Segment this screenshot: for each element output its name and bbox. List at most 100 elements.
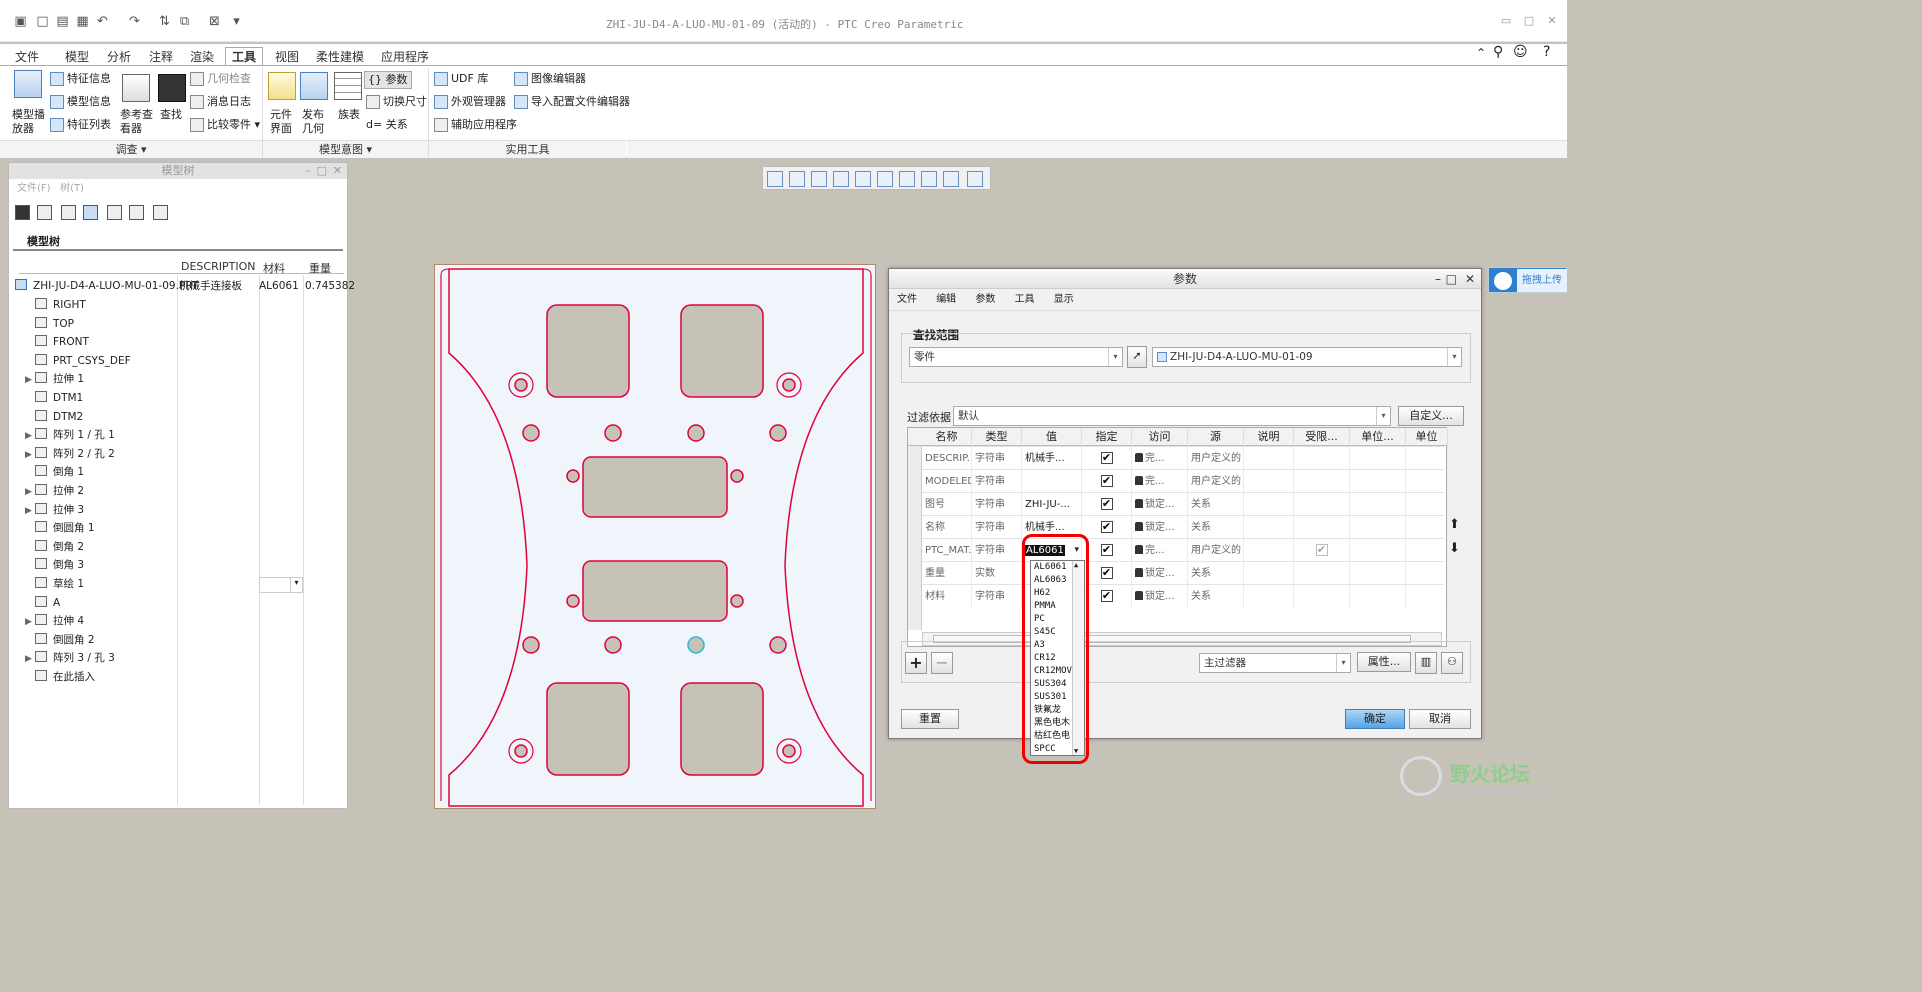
windows-icon[interactable]: ⧉: [176, 14, 193, 29]
designate-checkbox[interactable]: ✔: [1082, 470, 1132, 493]
tree-item[interactable]: 倒圆角 2: [25, 631, 95, 649]
minimize-panel-icon[interactable]: –: [306, 163, 312, 179]
expand-arrow-icon[interactable]: ▶: [25, 483, 35, 501]
search-icon[interactable]: ⚲: [1493, 44, 1503, 60]
udf-library-button[interactable]: UDF 库: [434, 72, 488, 86]
tree-item[interactable]: FRONT: [25, 333, 89, 351]
designate-checkbox[interactable]: ✔: [1082, 447, 1132, 470]
group-model-intent[interactable]: 模型意图 ▾: [263, 140, 428, 158]
geometry-check-button[interactable]: 几何检查: [190, 72, 251, 86]
model-graphics-area[interactable]: [434, 264, 876, 809]
designate-checkbox[interactable]: ✔: [1082, 493, 1132, 516]
reference-viewer-button[interactable]: 参考查 看器: [120, 108, 153, 136]
filter-select[interactable]: 默认 ▾: [953, 406, 1391, 426]
tree-item[interactable]: ▶ 拉伸 2: [25, 482, 84, 500]
settings-icon[interactable]: [83, 205, 98, 220]
tab-tools[interactable]: 工具: [225, 47, 264, 66]
tree-item[interactable]: ▶ 阵列 3 / 孔 3: [25, 649, 115, 667]
tree-item[interactable]: RIGHT: [25, 296, 86, 314]
parameters-button[interactable]: {} 参数: [364, 71, 412, 89]
param-access[interactable]: 锁定...: [1132, 585, 1188, 608]
table-row[interactable]: 名称 字符串 机械手... ✔ 锁定... 关系: [922, 515, 1448, 539]
tree-filter-icon[interactable]: [37, 205, 52, 220]
import-config-editor-button[interactable]: 导入配置文件编辑器: [514, 95, 630, 109]
table-row[interactable]: 材料 字符串 ✔ 锁定... 关系: [922, 584, 1448, 608]
col-description[interactable]: 说明: [1244, 428, 1294, 446]
close-window-icon[interactable]: ⊠: [206, 14, 223, 29]
community-icon[interactable]: ☺: [1513, 44, 1528, 60]
add-parameter-button[interactable]: +: [905, 652, 927, 674]
appearance-manager-button[interactable]: 外观管理器: [434, 95, 506, 109]
tree-item[interactable]: DTM2: [25, 408, 83, 426]
switch-dimensions-button[interactable]: 切换尺寸: [366, 95, 427, 109]
param-value[interactable]: [1022, 470, 1082, 493]
customize-button[interactable]: 自定义...: [1398, 406, 1464, 426]
tree-item[interactable]: 草绘 1: [25, 575, 84, 593]
column-weight[interactable]: 重量: [309, 260, 331, 276]
show-icon[interactable]: [107, 205, 122, 220]
column-material[interactable]: 材料: [263, 260, 285, 276]
tree-item[interactable]: PRT_CSYS_DEF: [25, 352, 131, 370]
new-file-icon[interactable]: □: [34, 14, 51, 29]
undo-icon[interactable]: ↶: [94, 14, 111, 29]
dialog-minimize-icon[interactable]: –: [1435, 269, 1441, 289]
col-type[interactable]: 类型: [972, 428, 1022, 446]
model-player-button[interactable]: 模型播 放器: [12, 108, 45, 136]
tab-applications[interactable]: 应用程序: [374, 47, 436, 66]
tab-model[interactable]: 模型: [58, 47, 96, 66]
tree-item[interactable]: 倒角 2: [25, 538, 84, 556]
model-info-button[interactable]: 模型信息: [50, 95, 111, 109]
zoom-in-icon[interactable]: [789, 171, 805, 187]
table-row[interactable]: MODELED_BY字符串 ✔ 完... 用户定义的: [922, 469, 1448, 493]
component-interface-button[interactable]: 元件 界面: [270, 108, 292, 136]
table-row[interactable]: 图号 字符串 ZHI-JU-... ✔ 锁定... 关系: [922, 492, 1448, 516]
checkbox-checked[interactable]: ✔: [1100, 475, 1113, 487]
tree-item[interactable]: 倒角 3: [25, 556, 84, 574]
display-style-icon[interactable]: [855, 171, 871, 187]
col-value[interactable]: 值: [1022, 428, 1082, 446]
relations-button[interactable]: d= 关系: [366, 118, 408, 132]
dialog-close-icon[interactable]: ✕: [1465, 269, 1475, 289]
collapse-ribbon-icon[interactable]: ⌃: [1476, 46, 1486, 60]
checkbox-checked[interactable]: ✔: [1100, 544, 1113, 556]
redo-icon[interactable]: ↷: [126, 14, 143, 29]
group-investigate[interactable]: 调查 ▾: [0, 140, 262, 158]
close-icon[interactable]: ✕: [1543, 14, 1561, 27]
open-file-icon[interactable]: ▤: [54, 14, 71, 29]
select-model-button[interactable]: ➚: [1127, 346, 1147, 368]
menu-show[interactable]: 显示: [1054, 294, 1074, 305]
tree-item[interactable]: ▶ 拉伸 1: [25, 370, 84, 388]
customize-qat-icon[interactable]: ▾: [228, 14, 245, 29]
expand-arrow-icon[interactable]: ▶: [25, 650, 35, 668]
col-name[interactable]: 名称: [922, 428, 972, 446]
refit-icon[interactable]: [767, 171, 783, 187]
col-source[interactable]: 源: [1188, 428, 1244, 446]
image-editor-button[interactable]: 图像编辑器: [514, 72, 586, 86]
tree-item[interactable]: ▶ 阵列 2 / 孔 2: [25, 445, 115, 463]
maximize-panel-icon[interactable]: □: [317, 163, 327, 179]
compare-part-button[interactable]: 比较零件 ▾: [190, 118, 260, 132]
tree-root-row[interactable]: ZHI-JU-D4-A-LUO-MU-01-09.PRT 机械手连接板 AL60…: [15, 277, 355, 295]
menu-file[interactable]: 文件: [897, 294, 917, 305]
param-value[interactable]: 机械手...: [1022, 447, 1082, 470]
spin-center-icon[interactable]: [967, 171, 983, 187]
publish-geometry-button[interactable]: 发布 几何: [302, 108, 324, 136]
checkbox-checked[interactable]: ✔: [1100, 590, 1113, 602]
datum-display-icon[interactable]: [921, 171, 937, 187]
reset-button[interactable]: 重置: [901, 709, 959, 729]
param-value[interactable]: ZHI-JU-...: [1022, 493, 1082, 516]
tree-item[interactable]: TOP: [25, 315, 74, 333]
table-columns-icon[interactable]: ▥: [1415, 652, 1437, 674]
main-filter-select[interactable]: 主过滤器 ▾: [1199, 653, 1351, 673]
app-icon[interactable]: ▣: [12, 14, 29, 29]
family-table-button[interactable]: 族表: [338, 108, 360, 122]
param-access[interactable]: 锁定...: [1132, 516, 1188, 539]
col-unit[interactable]: 单位: [1406, 428, 1448, 446]
remove-parameter-button[interactable]: −: [931, 652, 953, 674]
param-access[interactable]: 完...: [1132, 539, 1188, 562]
regenerate-icon[interactable]: ⇅: [156, 14, 173, 29]
expand-arrow-icon[interactable]: ▶: [25, 446, 35, 464]
col-unit-quantity[interactable]: 单位...: [1350, 428, 1406, 446]
zoom-out-icon[interactable]: [811, 171, 827, 187]
minimize-icon[interactable]: ▭: [1497, 14, 1515, 27]
